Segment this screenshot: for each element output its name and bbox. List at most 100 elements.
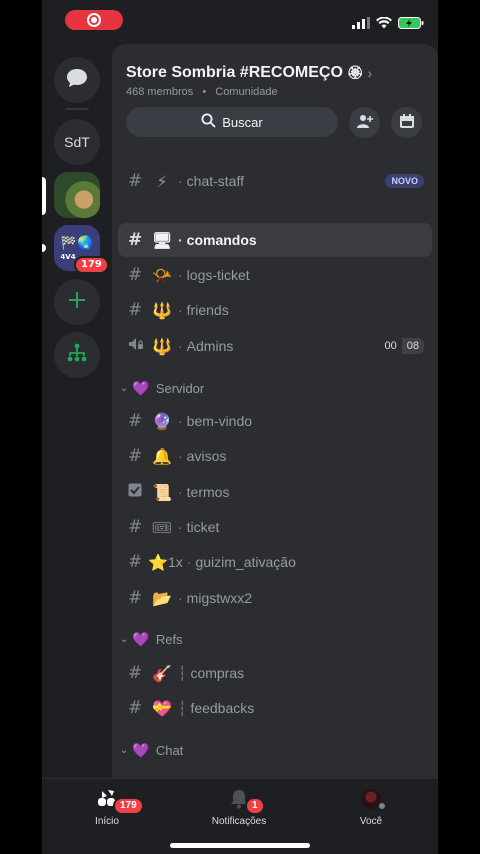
channel-name: friends — [186, 302, 229, 318]
channel-emoji: ⭐ — [148, 552, 168, 572]
nav-notifications-label: Notificações — [211, 816, 267, 827]
locked-speaker-icon — [128, 336, 148, 357]
server-photo[interactable] — [54, 172, 100, 218]
category-chat[interactable]: ⌄ 💜 Chat — [120, 738, 183, 762]
channel-chat-staff[interactable]: # ⚡ · chat-staff NOVO — [118, 164, 432, 198]
battery-icon — [398, 14, 424, 33]
channel-emoji: 🔱 — [152, 336, 172, 356]
plus-icon — [68, 291, 86, 313]
channel-emoji: 📜 — [152, 482, 172, 502]
home-indicator[interactable] — [170, 843, 310, 848]
unread-pill — [42, 244, 46, 252]
channel-feedbacks[interactable]: # 💝 ┆ feedbacks — [118, 691, 432, 725]
hash-icon: # — [128, 663, 143, 683]
channel-emoji: 🖥 — [151, 230, 173, 250]
nav-home-label: Início — [95, 816, 119, 827]
category-emoji: 💜 — [132, 741, 150, 758]
meta-dot: • — [202, 86, 207, 98]
server-name: Store Sombria #RECOMEÇO — [126, 64, 343, 81]
category-name: Refs — [155, 631, 183, 647]
search-button[interactable]: Buscar — [126, 107, 338, 137]
notifications-badge: 1 — [245, 797, 265, 815]
channel-emoji: ⚡ — [156, 171, 168, 191]
channel-name: feedbacks — [190, 700, 255, 716]
status-icons — [352, 14, 424, 33]
screen-recording-indicator[interactable] — [65, 10, 123, 30]
voice-count-current: 00 — [384, 340, 397, 352]
signal-icon — [352, 14, 370, 33]
status-offline-icon — [377, 801, 387, 811]
hierarchy-icon — [67, 343, 87, 367]
server-title[interactable]: Store Sombria #RECOMEÇO 🏵 › — [126, 64, 372, 82]
invite-button[interactable] — [349, 107, 380, 138]
nav-notifications[interactable]: 1 Notificações — [189, 789, 289, 827]
channel-migstwxx2[interactable]: # 📂 · migstwxx2 — [118, 581, 432, 615]
hash-icon: # — [128, 300, 143, 320]
rules-icon — [128, 482, 148, 502]
hash-icon: # — [128, 411, 143, 431]
channel-emoji: 🔱 — [152, 300, 172, 320]
channel-logs-ticket[interactable]: # 📯 · logs-ticket — [118, 258, 432, 292]
server-sdt-label: SdT — [64, 134, 90, 150]
hash-icon: # — [128, 698, 143, 718]
server-4v4-label: 4V4 — [60, 252, 76, 261]
discover-button[interactable] — [54, 332, 100, 378]
channel-name: logs-ticket — [186, 267, 250, 283]
category-emoji: 💜 — [132, 630, 150, 647]
server-rail: SdT 🏁🌏 4V4 179 — [42, 44, 112, 778]
channel-ticket[interactable]: # 🎟 · ticket — [118, 510, 432, 544]
server-meta: 468 membros • Comunidade — [126, 86, 278, 98]
channel-emoji: 🎟 — [151, 517, 173, 537]
category-servidor[interactable]: ⌄ 💜 Servidor — [120, 376, 204, 400]
server-4v4-emoji-icon: 🏁🌏 — [60, 235, 94, 251]
server-header: Store Sombria #RECOMEÇO 🏵 › 468 membros … — [112, 44, 438, 154]
nav-home[interactable]: 179 Início — [57, 789, 157, 827]
hash-icon: # — [128, 517, 143, 537]
channel-name: termos — [186, 484, 230, 500]
voice-channel-admins[interactable]: 🔱 · Admins 00 08 — [118, 329, 432, 363]
app-screen: SdT 🏁🌏 4V4 179 Store Sombria #RECOMEÇO 🏵… — [42, 0, 438, 854]
channel-friends[interactable]: # 🔱 · friends — [118, 293, 432, 327]
channel-avisos[interactable]: # 🔔 · avisos — [118, 439, 432, 473]
category-emoji: 💜 — [132, 379, 150, 396]
channel-name: avisos — [186, 448, 227, 464]
server-kind: Comunidade — [215, 86, 278, 98]
channel-emoji: 💝 — [152, 698, 172, 718]
active-server-pill — [42, 177, 46, 215]
channel-name: guizim_ativação — [195, 554, 296, 570]
chevron-down-icon: ⌄ — [120, 633, 129, 645]
channel-comandos[interactable]: # 🖥 · comandos — [118, 223, 432, 257]
server-sdt[interactable]: SdT — [54, 119, 100, 165]
channel-name: chat-staff — [186, 173, 244, 189]
channel-emoji: 🔮 — [152, 411, 172, 431]
chat-bubble-icon — [66, 68, 88, 92]
nav-you[interactable]: Você — [321, 789, 421, 827]
events-button[interactable] — [391, 107, 422, 138]
hash-icon: # — [128, 588, 143, 608]
channel-compras[interactable]: # 🎸 ┆ compras — [118, 656, 432, 690]
search-icon — [201, 113, 216, 131]
hash-icon: # — [128, 230, 143, 250]
hash-icon: # — [128, 171, 143, 191]
channel-termos[interactable]: 📜 · termos — [118, 475, 432, 509]
hash-icon: # — [128, 552, 143, 572]
direct-messages-button[interactable] — [54, 57, 100, 103]
hash-icon: # — [128, 265, 143, 285]
category-name: Chat — [155, 742, 184, 758]
channel-emoji: 📯 — [152, 265, 172, 285]
category-refs[interactable]: ⌄ 💜 Refs — [120, 627, 183, 651]
channel-name: Admins — [186, 338, 234, 354]
channel-guizim-ativacao[interactable]: # ⭐ 1x · guizim_ativação — [118, 545, 432, 579]
channel-emoji: 📂 — [152, 588, 172, 608]
calendar-icon — [399, 113, 415, 133]
channel-bem-vindo[interactable]: # 🔮 · bem-vindo — [118, 404, 432, 438]
new-badge: NOVO — [385, 174, 424, 188]
channel-emoji: 🎸 — [152, 663, 172, 683]
channel-name: ticket — [186, 519, 220, 535]
member-count: 468 membros — [126, 86, 194, 98]
category-name: Servidor — [155, 380, 205, 396]
server-4v4-badge: 179 — [74, 256, 109, 274]
add-server-button[interactable] — [54, 279, 100, 325]
search-label: Buscar — [222, 114, 263, 130]
channel-name: migstwxx2 — [186, 590, 253, 606]
